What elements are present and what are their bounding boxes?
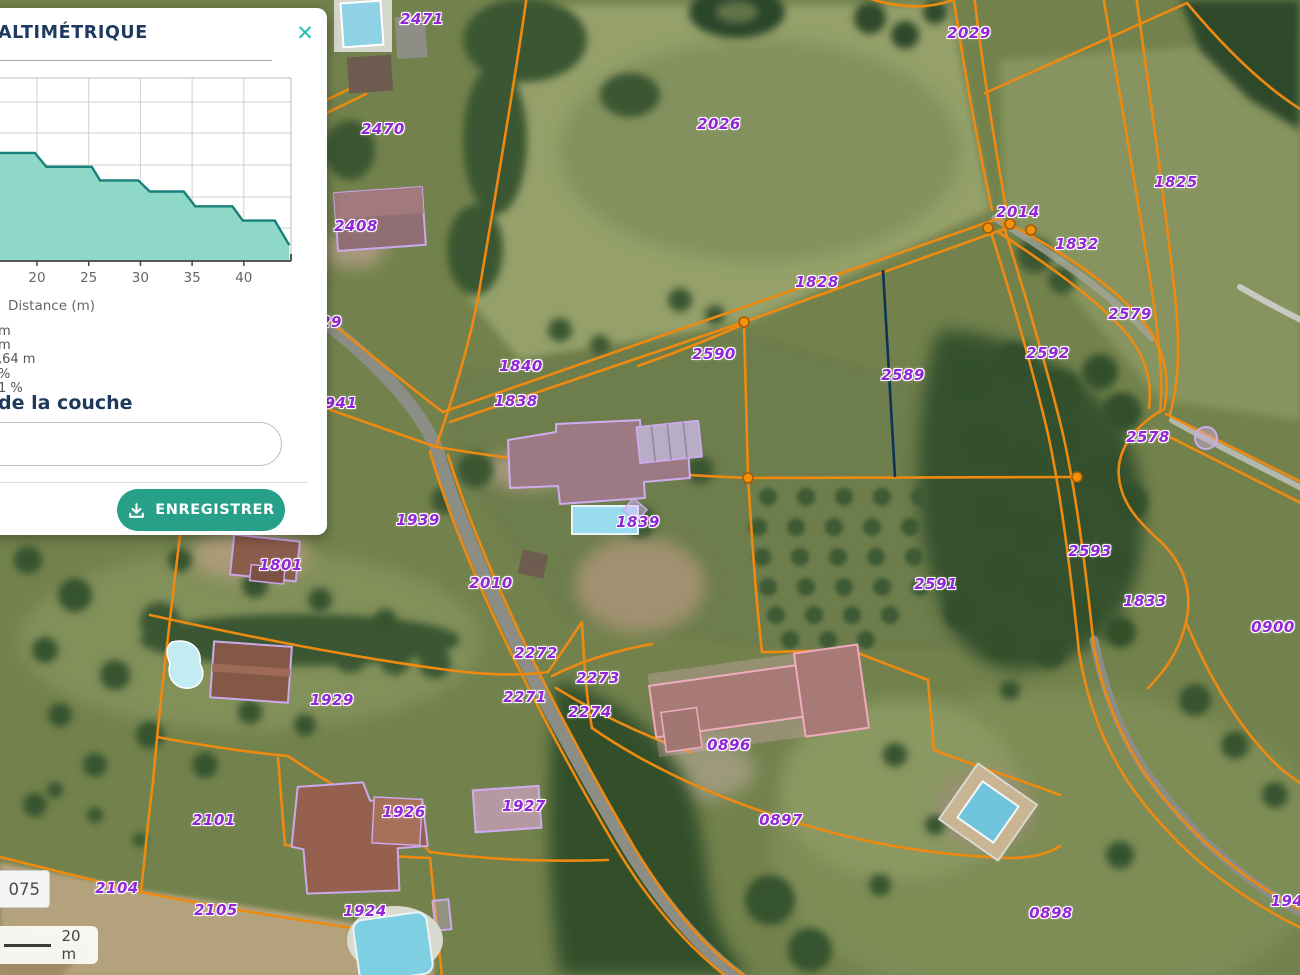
- stat-line: %: [0, 367, 10, 382]
- pool-2471: [341, 1, 384, 48]
- save-button-label: ENREGISTRER: [155, 502, 275, 518]
- svg-text:30: 30: [132, 270, 149, 286]
- panel-divider: [0, 482, 308, 483]
- layer-name-input[interactable]: [0, 422, 282, 466]
- panel-title: ALTIMÉTRIQUE: [0, 23, 148, 43]
- map-corner-label: 075: [0, 870, 50, 908]
- save-button[interactable]: ENREGISTRER: [117, 489, 285, 531]
- svg-text:20: 20: [28, 270, 45, 286]
- building-1929: [210, 641, 292, 702]
- stat-line: m: [0, 338, 11, 353]
- stat-line: m: [0, 324, 11, 339]
- scale-bar-line: [4, 944, 51, 947]
- building-1927: [473, 786, 542, 833]
- svg-text:35: 35: [184, 270, 201, 286]
- structure-2578: [1195, 427, 1217, 449]
- title-divider: [0, 60, 272, 61]
- close-icon[interactable]: ✕: [292, 20, 318, 46]
- elevation-profile-panel: ALTIMÉTRIQUE ✕ 20 25 30 35 40 Distance (m) m…: [0, 8, 327, 535]
- chart-x-axis-label: Distance (m): [8, 298, 95, 314]
- scale-bar-label: 20 m: [61, 927, 98, 963]
- building-2408: [334, 187, 426, 251]
- corner-label-text: 075: [9, 880, 41, 899]
- scale-bar: 20 m: [0, 926, 98, 964]
- svg-text:40: 40: [235, 270, 252, 286]
- svg-text:25: 25: [80, 270, 97, 286]
- building-greenhouse: [636, 421, 701, 463]
- layer-name-heading: de la couche: [0, 392, 133, 414]
- download-icon: [127, 501, 146, 520]
- elevation-chart: 20 25 30 35 40: [0, 76, 294, 291]
- stat-line: ,64 m: [0, 352, 35, 367]
- pool-1924: [352, 911, 434, 975]
